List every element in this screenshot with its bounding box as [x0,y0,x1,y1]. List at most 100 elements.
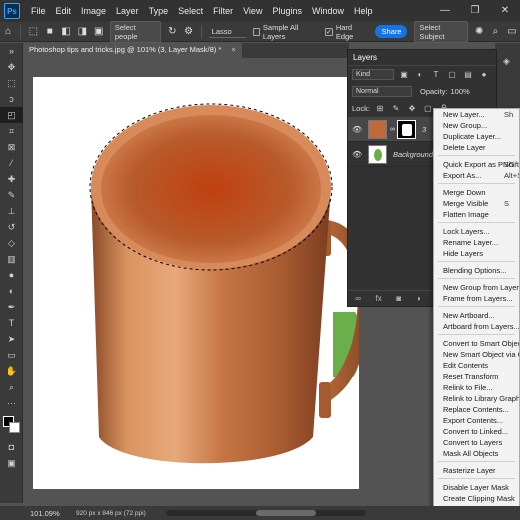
menu-item-duplicate-layer[interactable]: Duplicate Layer... [434,131,519,142]
lock-paint-icon[interactable]: ✎ [390,103,402,115]
menu-item-convert-to-layers[interactable]: Convert to Layers [434,437,519,448]
menu-item-new-smart-object-via-co[interactable]: New Smart Object via Co [434,349,519,360]
zoom-tool-icon[interactable]: ⌕ [0,379,23,395]
add-selection-icon[interactable]: ◧ [58,24,74,40]
object-selection-tool-icon[interactable]: ◰ [0,107,23,123]
home-icon[interactable]: ⌂ [0,24,16,40]
menu-item-quick-export-as-png[interactable]: Quick Export as PNG Shift [434,159,519,170]
horizontal-scrollbar[interactable] [165,510,366,516]
menu-item-merge-visible[interactable]: Merge Visible S [434,198,519,209]
share-button[interactable]: Share [375,25,408,38]
menu-window[interactable]: Window [307,0,349,22]
lock-position-icon[interactable]: ✥ [406,103,418,115]
color-swatches-icon[interactable] [0,411,23,439]
adjustment-layer-icon[interactable]: ◑ [416,294,421,303]
workspace-icon[interactable]: ▭ [504,24,520,40]
history-brush-tool-icon[interactable]: ↺ [0,219,23,235]
link-layers-icon[interactable]: ∞ [355,294,361,303]
mode-select[interactable]: Lasso [208,26,246,38]
menu-item-artboard-from-layers[interactable]: Artboard from Layers... [434,321,519,332]
menu-item-new-layer[interactable]: New Layer... Sh [434,109,519,120]
menu-item-relink-to-library-graphi[interactable]: Relink to Library Graphi [434,393,519,404]
link-icon[interactable]: ∞ [390,126,395,133]
layers-panel-title[interactable]: Layers [353,53,377,62]
menu-help[interactable]: Help [349,0,378,22]
menu-item-convert-to-linked[interactable]: Convert to Linked... [434,426,519,437]
menu-item-export-contents[interactable]: Export Contents... [434,415,519,426]
new-selection-icon[interactable]: ■ [42,24,58,40]
menu-item-reset-transform[interactable]: Reset Transform [434,371,519,382]
lasso-tool-icon[interactable]: ↄ [0,91,23,107]
menu-item-flatten-image[interactable]: Flatten Image [434,209,519,220]
more-tools-icon[interactable]: ··· [0,395,23,411]
menu-item-new-artboard[interactable]: New Artboard... [434,310,519,321]
fx-icon[interactable]: fx [376,294,382,303]
select-people-dropdown[interactable]: Select people [109,20,162,43]
rectangle-tool-icon[interactable]: ▭ [0,347,23,363]
crop-tool-icon[interactable]: ⌗ [0,123,23,139]
pen-tool-icon[interactable]: ✒ [0,299,23,315]
marquee-tool-icon[interactable]: ⬚ [0,75,23,91]
shape-filter-icon[interactable]: ▢ [446,69,458,81]
menu-filter[interactable]: Filter [208,0,238,22]
menu-item-merge-down[interactable]: Merge Down [434,187,519,198]
document-tab[interactable]: Photoshop tips and tricks.jpg @ 101% (3,… [23,43,242,58]
layer-mask-thumbnail[interactable] [397,119,416,139]
add-mask-icon[interactable]: ◙ [396,294,401,303]
document-canvas[interactable] [33,77,359,489]
menu-item-delete-layer[interactable]: Delete Layer [434,142,519,153]
dodge-tool-icon[interactable]: ◐ [0,283,23,299]
close-tab-icon[interactable]: × [231,45,235,54]
blur-tool-icon[interactable]: ● [0,267,23,283]
path-selection-tool-icon[interactable]: ➤ [0,331,23,347]
refresh-icon[interactable]: ↻ [164,24,180,40]
hand-tool-icon[interactable]: ✋ [0,363,23,379]
menu-item-rasterize-layer[interactable]: Rasterize Layer [434,465,519,476]
minimize-button[interactable]: — [430,0,460,22]
menu-item-replace-contents[interactable]: Replace Contents... [434,404,519,415]
menu-item-hide-layers[interactable]: Hide Layers [434,248,519,259]
eyedropper-tool-icon[interactable]: ⁄ [0,155,23,171]
menu-view[interactable]: View [238,0,267,22]
move-tool-icon[interactable]: ✥ [0,59,23,75]
menu-file[interactable]: File [26,0,51,22]
sample-all-layers-checkbox[interactable]: Sample All Layers [252,23,317,41]
menu-item-blending-options[interactable]: Blending Options... [434,265,519,276]
menu-item-mask-all-objects[interactable]: Mask All Objects [434,448,519,459]
healing-brush-tool-icon[interactable]: ✚ [0,171,23,187]
lightbulb-icon[interactable]: ✺ [471,24,487,40]
smart-object-filter-icon[interactable]: ▤ [462,69,474,81]
intersect-selection-icon[interactable]: ▣ [91,24,107,40]
menu-item-lock-layers[interactable]: Lock Layers... [434,226,519,237]
menu-type[interactable]: Type [144,0,174,22]
subtract-selection-icon[interactable]: ◨ [74,24,90,40]
pixel-filter-icon[interactable]: ▣ [398,69,410,81]
menu-item-export-as[interactable]: Export As... Alt+S [434,170,519,181]
menu-plugins[interactable]: Plugins [267,0,307,22]
scrollbar-thumb[interactable] [255,510,316,516]
layer-filter-select[interactable]: Kind [352,69,394,80]
menu-item-relink-to-file[interactable]: Relink to File... [434,382,519,393]
brush-tool-icon[interactable]: ✎ [0,187,23,203]
type-tool-icon[interactable]: T [0,315,23,331]
layer-name[interactable]: Background [393,150,433,159]
filter-toggle-icon[interactable]: ● [478,69,490,81]
screen-mode-icon[interactable]: ▣ [0,455,23,471]
panels-icon[interactable]: ◈ [495,53,518,69]
menu-item-create-clipping-mask[interactable]: Create Clipping Mask [434,493,519,504]
frame-tool-icon[interactable]: ⊠ [0,139,23,155]
document-info[interactable]: 920 px x 846 px (72 ppi) [76,510,146,517]
select-subject-button[interactable]: Select Subject [414,20,468,43]
lock-pixels-icon[interactable]: ⊞ [374,103,386,115]
search-icon[interactable]: ⌕ [487,24,503,40]
object-selection-tool-icon[interactable]: ⬚ [25,24,41,40]
visibility-eye-icon[interactable]: 👁 [352,150,364,159]
menu-item-new-group[interactable]: New Group... [434,120,519,131]
eraser-tool-icon[interactable]: ◇ [0,235,23,251]
gear-icon[interactable]: ⚙ [180,24,196,40]
restore-button[interactable]: ❐ [460,0,490,22]
adjustment-filter-icon[interactable]: ◐ [414,69,426,81]
menu-item-disable-layer-mask[interactable]: Disable Layer Mask [434,482,519,493]
menu-item-edit-contents[interactable]: Edit Contents [434,360,519,371]
layer-name[interactable]: 3 [422,125,426,134]
